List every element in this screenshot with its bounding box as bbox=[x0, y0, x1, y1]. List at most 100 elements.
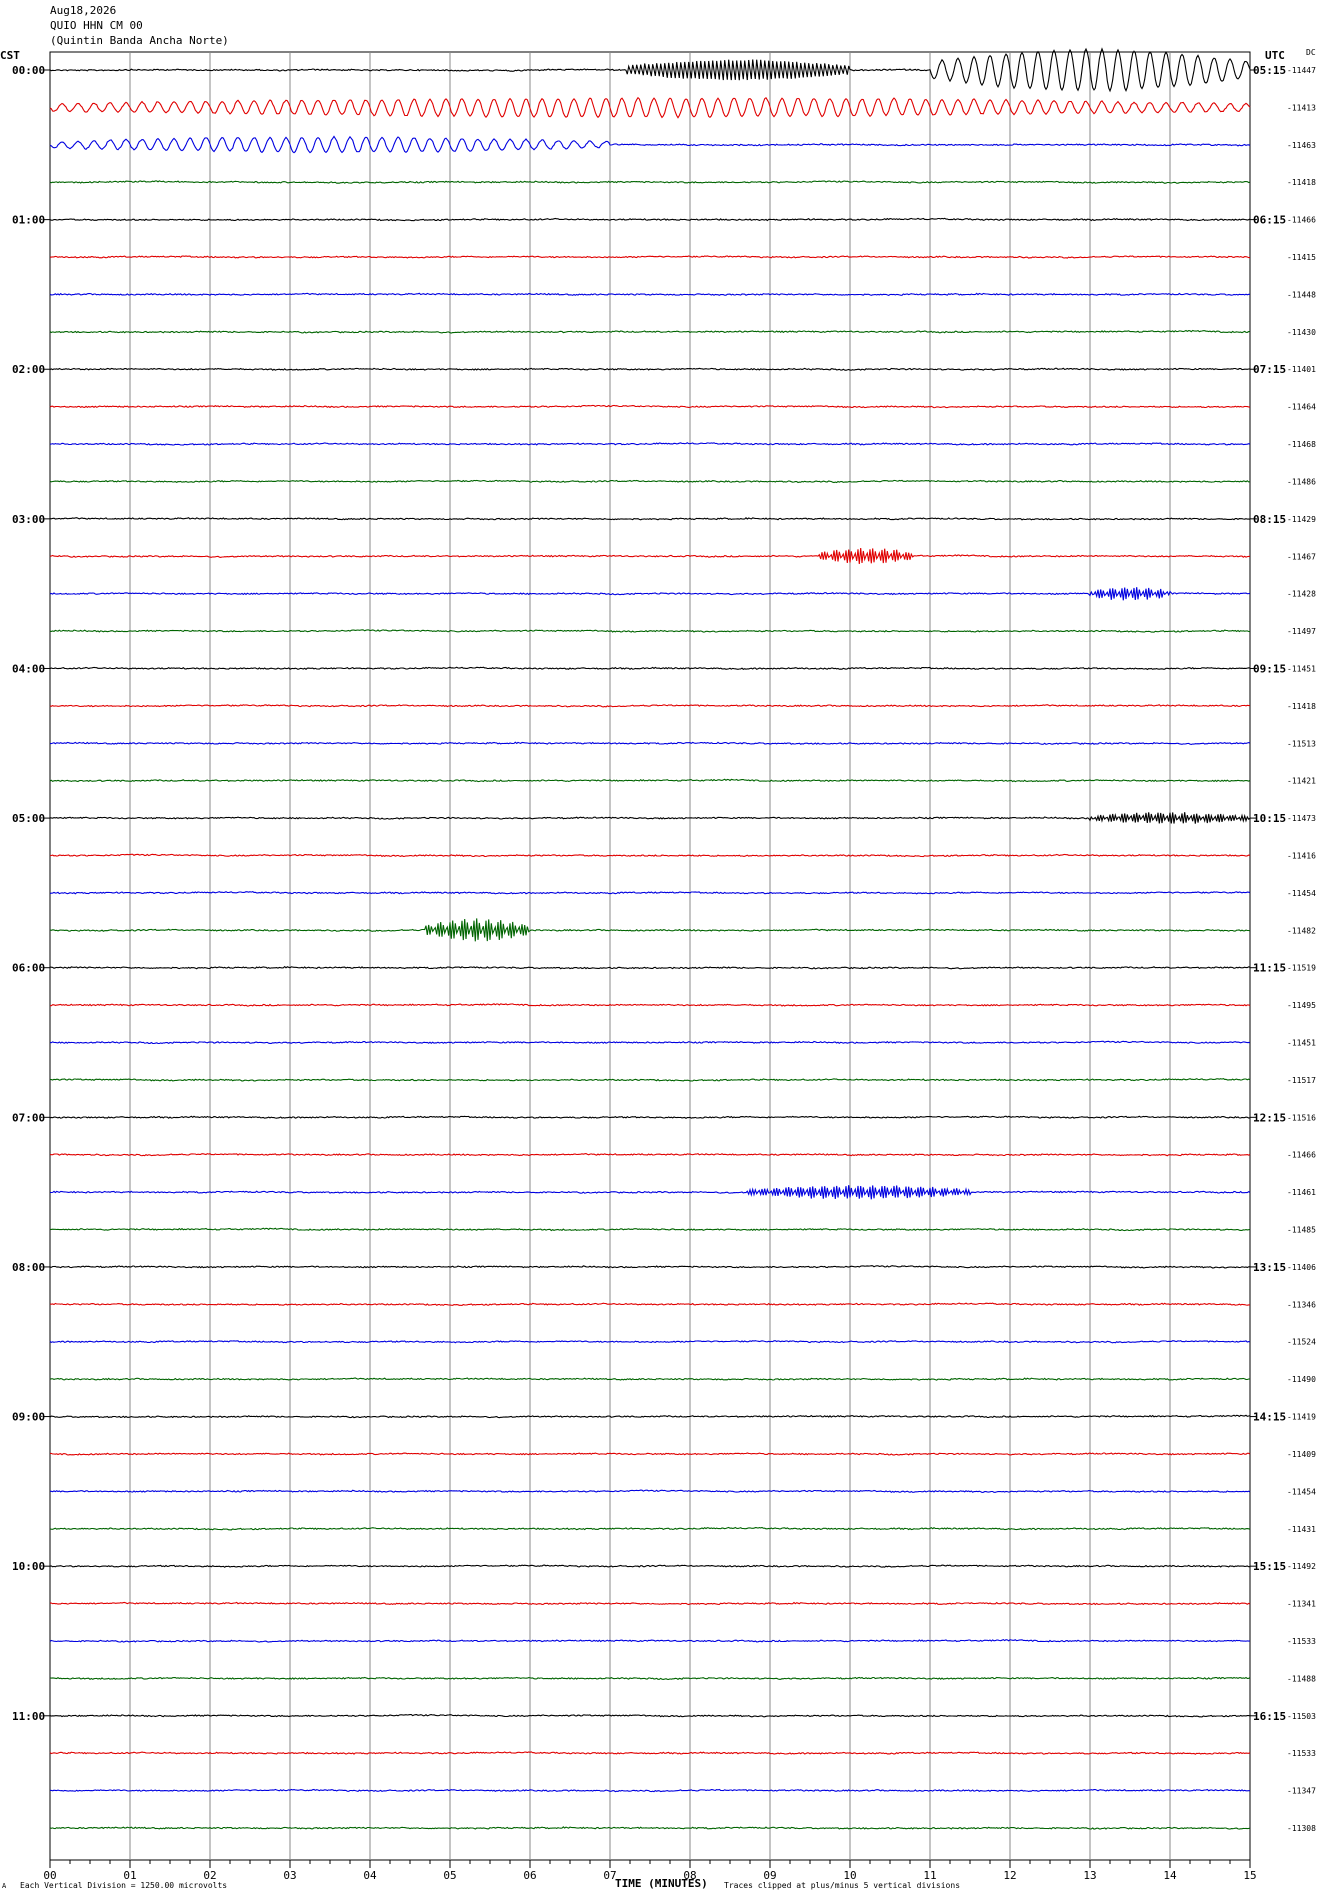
dc-offset-label: -11463 bbox=[1287, 141, 1316, 150]
utc-hour-label: 14:15 bbox=[1253, 1411, 1286, 1424]
dc-offset-label: -11447 bbox=[1287, 66, 1316, 75]
trace-line bbox=[49, 704, 1251, 708]
trace-line bbox=[49, 890, 1251, 895]
dc-offset-label: -11418 bbox=[1287, 702, 1316, 711]
utc-hour-label: 10:15 bbox=[1253, 812, 1286, 825]
trace-line bbox=[49, 442, 1251, 446]
cst-hour-label: 04:00 bbox=[12, 662, 45, 675]
dc-offset-label: -11464 bbox=[1287, 403, 1316, 412]
x-tick-label: 14 bbox=[1163, 1869, 1177, 1882]
dc-offset-label: -11429 bbox=[1287, 515, 1316, 524]
trace-line bbox=[49, 1676, 1251, 1680]
x-tick-label: 06 bbox=[523, 1869, 536, 1882]
trace-line bbox=[49, 367, 1251, 371]
utc-hour-label: 07:15 bbox=[1253, 363, 1286, 376]
x-axis-label: TIME (MINUTES) bbox=[615, 1877, 708, 1890]
dc-offset-label: -11341 bbox=[1287, 1600, 1316, 1609]
trace-line bbox=[49, 1377, 1251, 1381]
x-tick-label: 12 bbox=[1003, 1869, 1016, 1882]
x-tick-label: 13 bbox=[1083, 1869, 1096, 1882]
trace-line bbox=[49, 96, 1251, 119]
dc-offset-label: -11519 bbox=[1287, 964, 1316, 973]
dc-offset-label: -11419 bbox=[1287, 1413, 1316, 1422]
trace-line bbox=[49, 1751, 1251, 1755]
dc-offset-label: -11533 bbox=[1287, 1749, 1316, 1758]
utc-hour-label: 12:15 bbox=[1253, 1111, 1286, 1124]
trace-line bbox=[49, 1340, 1251, 1344]
trace-line bbox=[49, 1826, 1251, 1830]
cst-hour-label: 07:00 bbox=[12, 1111, 45, 1124]
cst-hour-label: 06:00 bbox=[12, 962, 45, 975]
dc-offset-label: -11461 bbox=[1287, 1188, 1316, 1197]
trace-line bbox=[49, 666, 1251, 671]
dc-offset-label: -11454 bbox=[1287, 889, 1316, 898]
trace-line bbox=[49, 853, 1251, 858]
dc-offset-label: -11495 bbox=[1287, 1001, 1316, 1010]
trace-line bbox=[49, 1115, 1251, 1119]
trace-line bbox=[49, 918, 1251, 942]
dc-offset-label: -11466 bbox=[1287, 1151, 1316, 1160]
cst-hour-label: 11:00 bbox=[12, 1710, 45, 1723]
trace-line bbox=[49, 965, 1251, 970]
dc-offset-label: -11533 bbox=[1287, 1637, 1316, 1646]
trace-line bbox=[50, 1003, 1251, 1007]
utc-hour-label: 09:15 bbox=[1253, 662, 1286, 675]
trace-line bbox=[49, 1185, 1251, 1200]
trace-line bbox=[49, 1265, 1250, 1269]
dc-offset-label: -11428 bbox=[1287, 590, 1316, 599]
trace-line bbox=[49, 587, 1251, 601]
dc-offset-label: -11346 bbox=[1287, 1300, 1316, 1309]
cst-hour-label: 10:00 bbox=[12, 1560, 45, 1573]
trace-line bbox=[49, 1564, 1250, 1568]
trace-line bbox=[49, 1601, 1251, 1606]
dc-offset-label: -11486 bbox=[1287, 477, 1316, 486]
dc-offset-label: -11347 bbox=[1287, 1787, 1316, 1796]
dc-offset-label: -11482 bbox=[1287, 926, 1316, 935]
dc-offset-label: -11497 bbox=[1287, 627, 1316, 636]
cst-hour-label: 05:00 bbox=[12, 812, 45, 825]
trace-line bbox=[49, 1638, 1251, 1643]
dc-offset-label: -11503 bbox=[1287, 1712, 1316, 1721]
dc-offset-label: -11448 bbox=[1287, 290, 1316, 299]
utc-hour-label: 13:15 bbox=[1253, 1261, 1286, 1274]
scale-note: Each Vertical Division = 1250.00 microvo… bbox=[20, 1881, 228, 1890]
cst-hour-label: 02:00 bbox=[12, 363, 45, 376]
dc-offset-label: -11468 bbox=[1287, 440, 1316, 449]
dc-offset-label: -11492 bbox=[1287, 1562, 1316, 1571]
dc-offset-label: -11466 bbox=[1287, 216, 1316, 225]
clip-note: Traces clipped at plus/minus 5 vertical … bbox=[724, 1881, 961, 1890]
dc-offset-label: -11517 bbox=[1287, 1076, 1316, 1085]
trace-line bbox=[49, 517, 1251, 521]
trace-line bbox=[49, 1414, 1251, 1419]
dc-offset-label: -11430 bbox=[1287, 328, 1316, 337]
trace-line bbox=[49, 292, 1250, 297]
dc-offset-label: -11516 bbox=[1287, 1113, 1316, 1122]
corner-mark: A bbox=[2, 1882, 7, 1890]
dc-offset-label: -11413 bbox=[1287, 103, 1316, 112]
dc-offset-label: -11485 bbox=[1287, 1226, 1316, 1235]
trace-line bbox=[49, 217, 1251, 222]
dc-offset-label: -11415 bbox=[1287, 253, 1316, 262]
trace-line bbox=[49, 479, 1251, 484]
utc-hour-label: 08:15 bbox=[1253, 513, 1286, 526]
trace-line bbox=[49, 1302, 1251, 1306]
trace-line bbox=[49, 812, 1251, 824]
trace-line bbox=[49, 329, 1251, 334]
dc-offset-label: -11416 bbox=[1287, 851, 1316, 860]
trace-line bbox=[49, 180, 1251, 184]
dc-offset-label: -11406 bbox=[1287, 1263, 1316, 1272]
utc-hour-label: 06:15 bbox=[1253, 214, 1286, 227]
trace-line bbox=[49, 1152, 1251, 1157]
dc-offset-label: -11451 bbox=[1287, 664, 1316, 673]
trace-line bbox=[49, 1040, 1251, 1045]
plot-frame bbox=[49, 51, 1251, 1861]
cst-hour-label: 03:00 bbox=[12, 513, 45, 526]
dc-offset-label: -11467 bbox=[1287, 552, 1316, 561]
dc-offset-label: -11418 bbox=[1287, 178, 1316, 187]
dc-offset-label: -11513 bbox=[1287, 739, 1316, 748]
trace-line bbox=[49, 1452, 1251, 1456]
dc-offset-label: -11451 bbox=[1287, 1039, 1316, 1048]
x-tick-label: 05 bbox=[443, 1869, 456, 1882]
dc-offset-label: -11473 bbox=[1287, 814, 1316, 823]
cst-hour-label: 08:00 bbox=[12, 1261, 45, 1274]
